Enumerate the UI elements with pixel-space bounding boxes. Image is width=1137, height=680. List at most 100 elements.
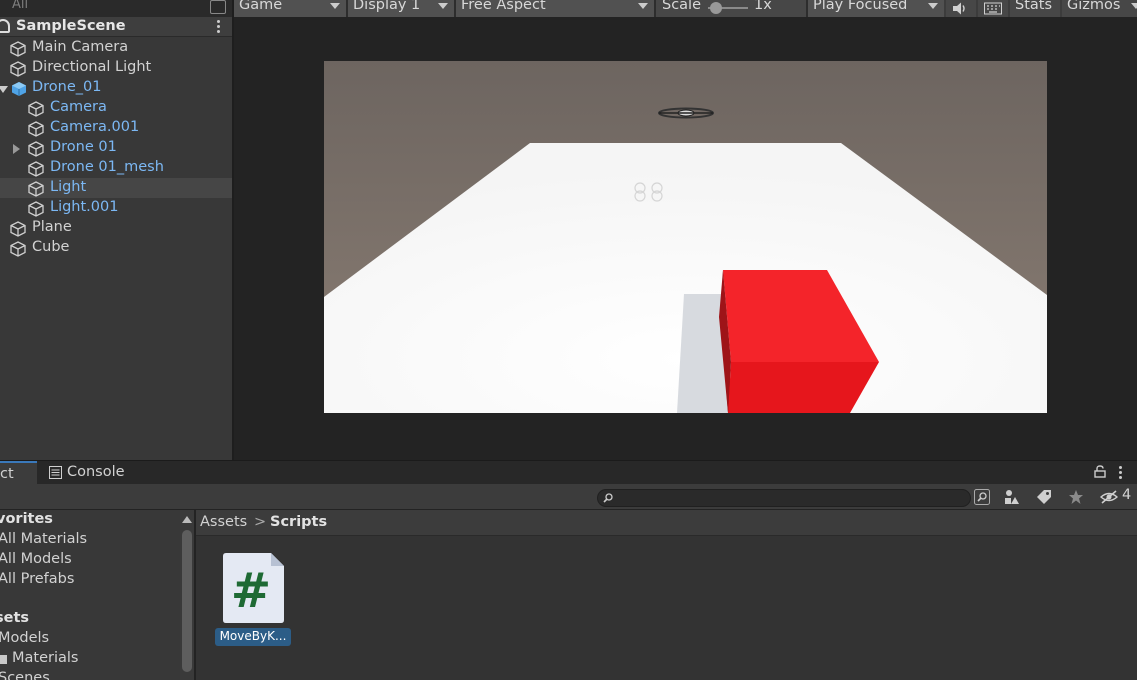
star-icon[interactable] [1068,489,1084,505]
gameobject-cube-icon [10,41,26,57]
gameobject-cube-icon [28,181,44,197]
hierarchy-search-placeholder: All [12,0,29,12]
hierarchy-item-camera-001[interactable]: Camera.001 [0,118,232,138]
hierarchy-item-label: Drone 01_mesh [50,159,164,175]
chevron-down-icon [928,3,938,9]
hierarchy-item-plane[interactable]: Plane [0,218,232,238]
project-folder-tree: vorites All Materials All Models All Pre… [0,510,180,680]
chevron-down-icon [638,3,648,9]
gameobject-cube-icon [28,141,44,157]
gameobject-cube-icon [28,161,44,177]
scene-header[interactable]: SampleScene [0,17,232,37]
tab-project[interactable]: ct [0,461,37,485]
game-viewport[interactable] [324,61,1047,413]
speaker-icon [953,2,965,15]
favorite-all-materials[interactable]: All Materials [0,531,87,547]
game-toolbar: Game Display 1 Free Aspect Scale 1x Play… [234,0,1137,17]
favorites-header[interactable]: vorites [0,511,53,527]
hierarchy-item-camera[interactable]: Camera [0,98,232,118]
drone-object [658,107,714,119]
chevron-right-icon[interactable] [13,144,20,154]
hierarchy-item-label: Directional Light [32,59,152,75]
gameobject-cube-icon [28,121,44,137]
hierarchy-item-label: Camera.001 [50,119,140,135]
project-search-input[interactable] [597,489,971,507]
project-toolbar: 4 [0,484,1137,510]
breadcrumb-assets[interactable]: Assets [200,514,247,530]
hierarchy-item-drone-01-mesh[interactable]: Drone 01_mesh [0,158,232,178]
hierarchy-item-main-camera[interactable]: Main Camera [0,38,232,58]
breadcrumb-scripts[interactable]: Scripts [270,514,327,530]
hierarchy-item-label: Drone 01 [50,139,117,155]
scale-value: 1x [754,0,772,13]
game-view-label: Game [239,0,283,13]
favorite-all-models[interactable]: All Models [0,551,72,567]
unity-scene-icon [0,19,10,33]
console-icon [49,466,62,479]
favorite-all-prefabs[interactable]: All Prefabs [0,571,74,587]
display-dropdown[interactable]: Display 1 [348,0,454,17]
hierarchy-item-label: Camera [50,99,107,115]
scale-slider-handle[interactable] [710,2,722,14]
filter-by-label-icon[interactable] [1036,489,1052,505]
folder-models[interactable]: Models [0,630,49,646]
folder-tree-scrollbar[interactable] [180,510,194,680]
hierarchy-search-bar[interactable]: All [0,0,232,17]
chevron-down-icon [438,3,448,9]
scene-menu-icon[interactable] [217,20,220,34]
scrollbar-thumb[interactable] [182,530,192,672]
rendered-scene [324,61,1047,413]
search-by-type-icon[interactable] [974,489,990,505]
hierarchy-item-light-001[interactable]: Light.001 [0,198,232,218]
asset-item-movebyk[interactable]: # MoveByK... [214,553,294,649]
breadcrumb: Assets > Scripts [196,510,1137,536]
keyboard-icon [984,2,1002,15]
assets-header[interactable]: sets [0,610,29,626]
filter-by-type-icon[interactable] [1004,489,1020,505]
hierarchy-item-label: Light [50,179,87,195]
aspect-dropdown[interactable]: Free Aspect [456,0,654,17]
hidden-packages-count: 4 [1122,487,1132,503]
game-view[interactable] [234,17,1137,460]
hierarchy-item-label: Plane [32,219,72,235]
chevron-down-icon [1131,3,1137,9]
folder-scenes[interactable]: Scenes [0,670,50,680]
hierarchy-item-cube[interactable]: Cube [0,238,232,258]
search-options-icon[interactable] [210,0,226,14]
panel-menu-icon[interactable] [1119,466,1122,481]
scroll-up-icon[interactable] [182,516,192,523]
play-mode-label: Play Focused [813,0,908,13]
shortcuts-toggle-button[interactable] [978,0,1008,17]
lock-icon[interactable] [1094,465,1106,478]
gizmos-dropdown[interactable]: Gizmos [1062,0,1137,17]
play-mode-dropdown[interactable]: Play Focused [808,0,944,17]
hidden-packages-icon[interactable] [1100,489,1118,505]
csharp-script-icon: # [223,553,284,623]
hierarchy-item-directional-light[interactable]: Directional Light [0,58,232,78]
breadcrumb-separator: > [254,514,267,530]
prefab-cube-icon [12,82,26,96]
hierarchy-item-label: Cube [32,239,70,255]
tab-console-label: Console [67,464,125,480]
tab-project-label: ct [0,466,14,482]
stats-button[interactable]: Stats [1010,0,1060,17]
script-glyph: # [231,563,271,619]
hierarchy-item-drone-01-prefab[interactable]: Drone_01 [0,78,232,98]
chevron-down-icon [330,3,340,9]
hierarchy-item-drone-01[interactable]: Drone 01 [0,138,232,158]
gameobject-cube-icon [28,101,44,117]
tab-console[interactable]: Console [38,461,130,485]
scale-slider-group: Scale 1x [656,0,806,17]
asset-grid: # MoveByK... [196,536,1137,680]
hierarchy-item-light[interactable]: Light [0,178,232,198]
project-panel: ct Console 4 vorites All Materials All M… [0,460,1137,680]
gameobject-cube-icon [28,201,44,217]
mute-audio-button[interactable] [946,0,976,17]
hierarchy-item-label: Drone_01 [32,79,102,95]
hierarchy-panel: All SampleScene Main Camera Directional … [0,0,232,460]
display-label: Display 1 [353,0,421,13]
game-view-dropdown[interactable]: Game [234,0,346,17]
hierarchy-item-label: Main Camera [32,39,129,55]
chevron-down-icon[interactable] [0,86,8,93]
folder-materials[interactable]: Materials [12,650,78,666]
